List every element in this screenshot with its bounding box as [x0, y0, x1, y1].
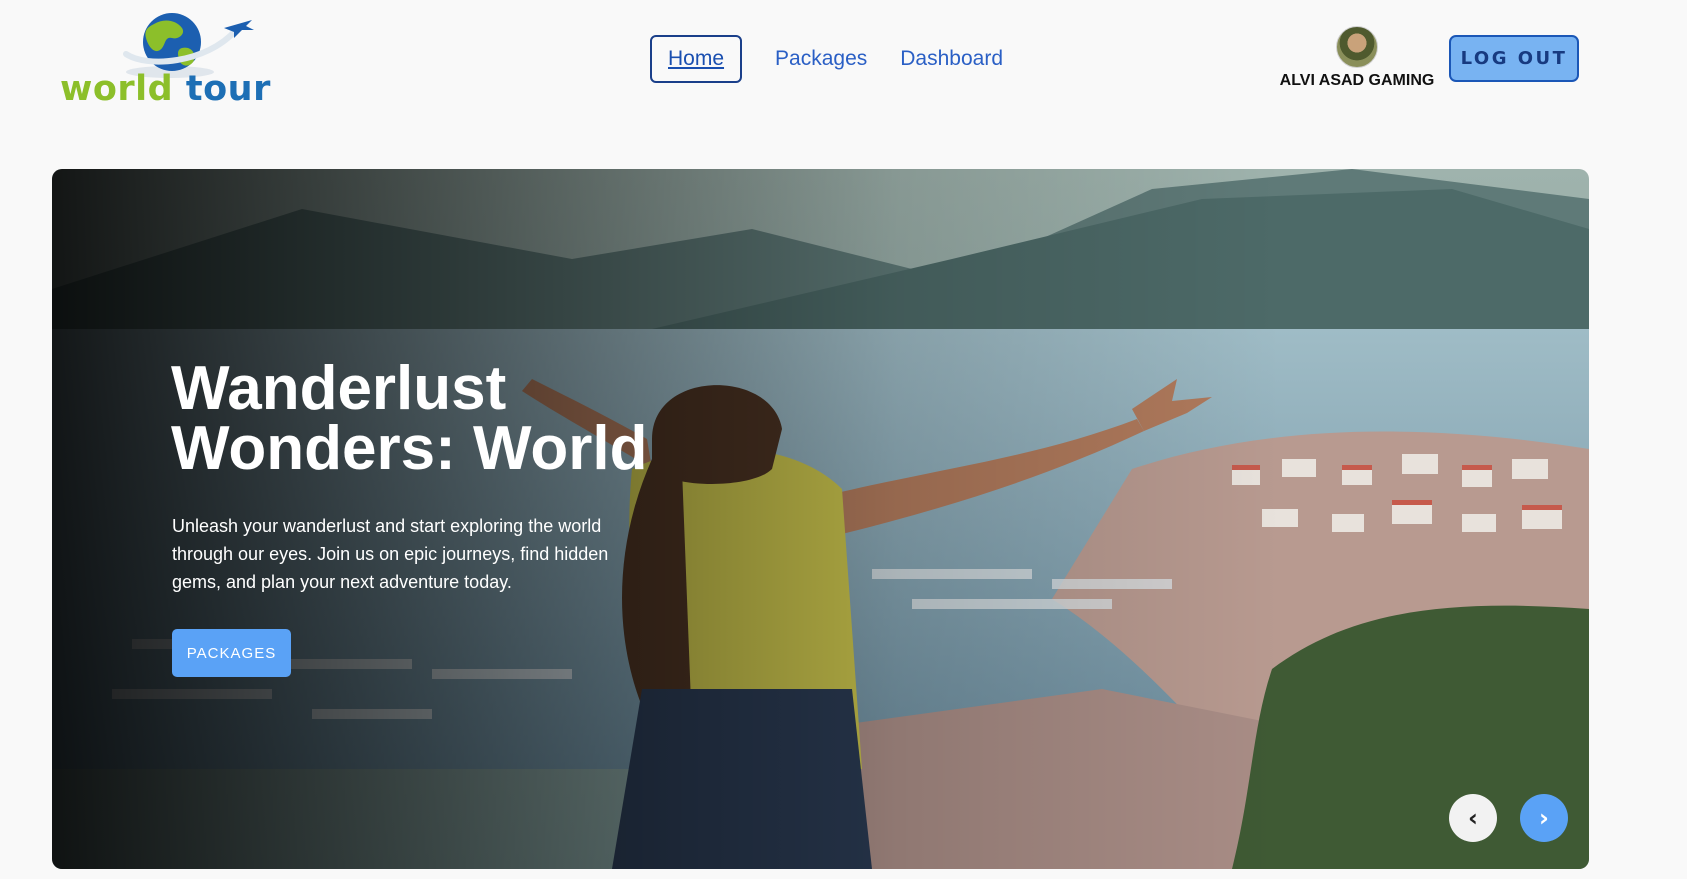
- user-name: ALVI ASAD GAMING: [1279, 72, 1435, 89]
- logo-word-world: world: [60, 69, 174, 109]
- logo-word-tour: tour: [185, 69, 271, 109]
- hero-carousel: Wanderlust Wonders: World Unleash your w…: [52, 169, 1589, 869]
- logo-text: world tour: [60, 72, 271, 107]
- nav-link-dashboard[interactable]: Dashboard: [900, 47, 1003, 71]
- hero-description: Unleash your wanderlust and start explor…: [172, 516, 609, 592]
- chevron-left-icon[interactable]: ‹: [1449, 794, 1497, 842]
- user-avatar[interactable]: [1336, 26, 1378, 68]
- site-logo[interactable]: world tour: [60, 8, 270, 108]
- hero-title: Wanderlust Wonders: World: [171, 354, 648, 483]
- logout-button[interactable]: LOG OUT: [1449, 35, 1579, 82]
- navbar: world tour Home Packages Dashboard ALVI …: [0, 0, 1687, 120]
- main-nav: Home Packages Dashboard: [650, 35, 1036, 83]
- packages-button[interactable]: PACKAGES: [172, 629, 291, 677]
- chevron-right-icon[interactable]: ›: [1520, 794, 1568, 842]
- nav-link-home[interactable]: Home: [650, 35, 743, 83]
- nav-link-packages[interactable]: Packages: [775, 47, 867, 71]
- user-profile[interactable]: ALVI ASAD GAMING: [1272, 26, 1442, 90]
